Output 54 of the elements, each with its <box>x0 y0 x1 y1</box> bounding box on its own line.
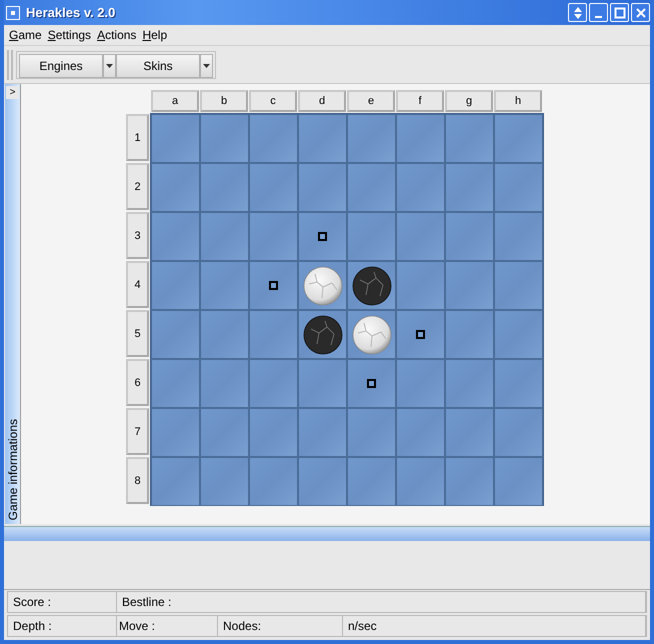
row-header[interactable]: 1 <box>126 114 149 161</box>
board-square[interactable] <box>347 359 396 408</box>
column-header[interactable]: b <box>200 90 248 112</box>
close-icon <box>634 6 646 18</box>
splitter-bar[interactable] <box>4 526 650 541</box>
maximize-icon <box>614 6 626 18</box>
board-square[interactable] <box>396 310 445 359</box>
window-title: Herakles v. 2.0 <box>26 5 116 20</box>
column-header[interactable]: a <box>151 90 199 112</box>
status-field: Score : <box>8 592 117 612</box>
row-header[interactable]: 6 <box>126 359 149 406</box>
column-header[interactable]: c <box>249 90 297 112</box>
menu-item[interactable]: Actions <box>97 28 136 42</box>
board-square[interactable] <box>298 212 347 261</box>
minimize-icon <box>595 16 602 18</box>
side-panel-title: Game informations <box>6 418 20 520</box>
row-header[interactable]: 4 <box>126 261 149 308</box>
legal-move-marker[interactable] <box>416 330 425 339</box>
row-header[interactable]: 8 <box>126 457 149 504</box>
minimize-button[interactable] <box>589 3 608 22</box>
board-square[interactable] <box>249 261 298 310</box>
legal-move-marker[interactable] <box>367 379 376 388</box>
toolbar-grip[interactable] <box>7 50 13 80</box>
caret-icon <box>203 64 210 68</box>
status-field: Nodes: <box>218 616 343 636</box>
menu-item[interactable]: Game <box>9 28 42 42</box>
toolbar-button[interactable]: Engines <box>19 54 103 78</box>
row-header[interactable]: 5 <box>126 310 149 357</box>
legal-move-marker[interactable] <box>269 281 278 290</box>
toolbar-button[interactable]: Skins <box>116 54 200 78</box>
column-header[interactable]: g <box>445 90 493 112</box>
close-button[interactable] <box>631 3 650 22</box>
status-field: Depth : <box>8 616 117 636</box>
maximize-button[interactable] <box>610 3 629 22</box>
dropdown-button[interactable] <box>200 54 213 78</box>
expand-button[interactable]: > <box>6 86 19 99</box>
up-down-arrows-icon <box>572 6 582 20</box>
app-icon <box>6 6 20 20</box>
status-field: Bestline : <box>117 592 646 612</box>
row-header[interactable]: 7 <box>126 408 149 455</box>
status-field: n/sec <box>343 616 646 636</box>
legal-move-marker[interactable] <box>318 232 327 241</box>
caret-icon <box>106 64 113 68</box>
menu-item[interactable]: Help <box>142 28 168 42</box>
column-header[interactable]: e <box>347 90 395 112</box>
status-field: Move : <box>117 616 218 636</box>
column-header[interactable]: h <box>494 90 542 112</box>
menu-item[interactable]: Settings <box>48 28 92 42</box>
row-header[interactable]: 3 <box>126 212 149 259</box>
column-header[interactable]: f <box>396 90 444 112</box>
row-header[interactable]: 2 <box>126 163 149 210</box>
dropdown-button[interactable] <box>103 54 116 78</box>
column-header[interactable]: d <box>298 90 346 112</box>
roll-up-button[interactable] <box>568 3 587 22</box>
